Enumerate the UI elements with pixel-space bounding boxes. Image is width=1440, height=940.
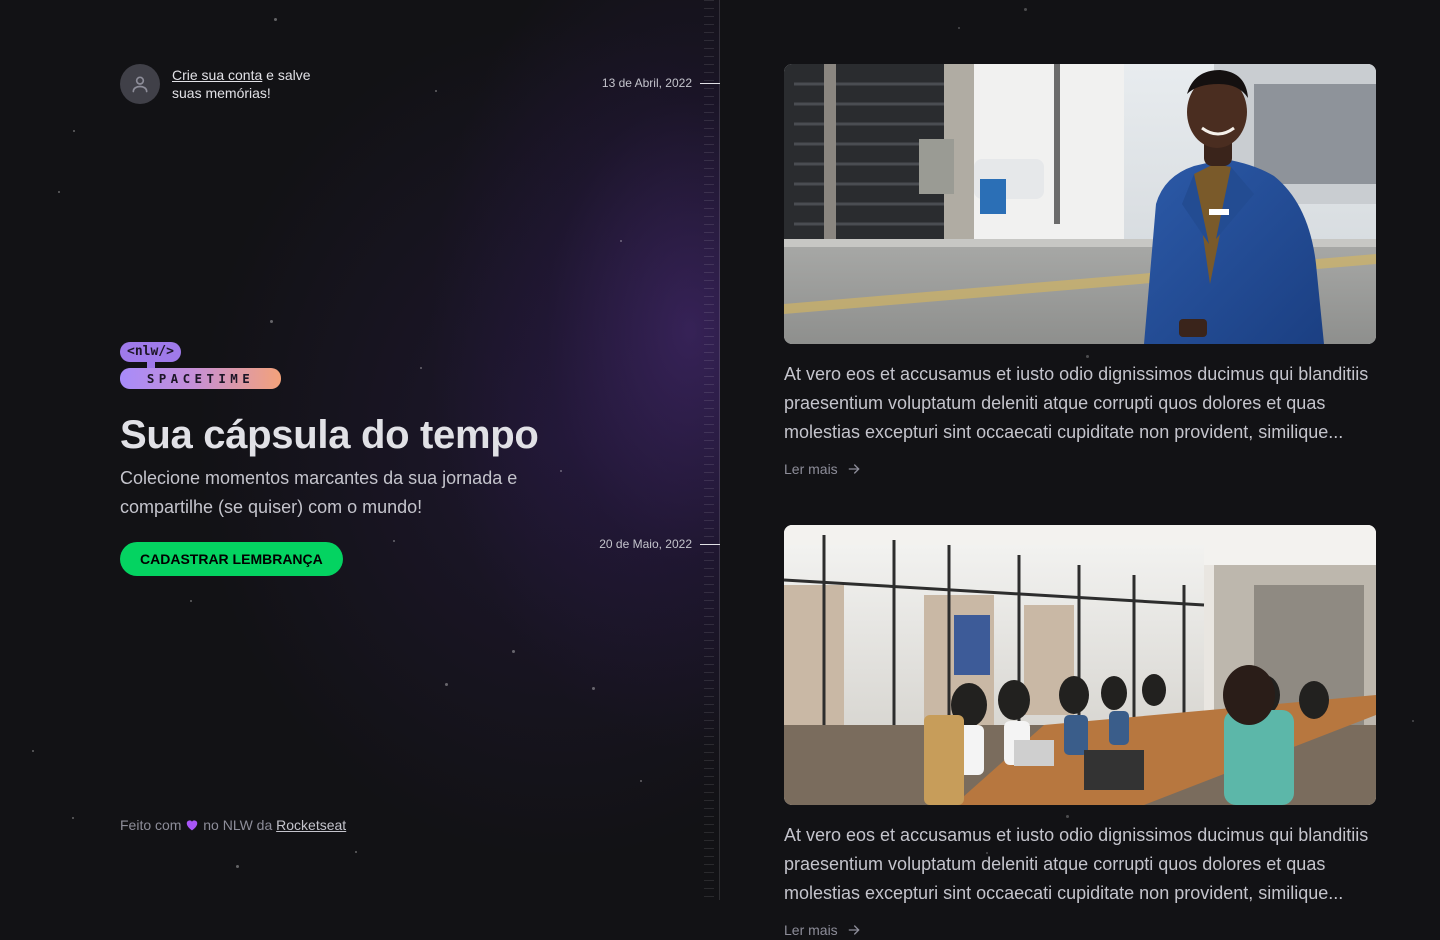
signin-text: Crie sua conta e salve suas memórias! [172,66,322,102]
logo-nlw-badge: <nlw/> [120,342,181,362]
register-memory-button[interactable]: CADASTRAR LEMBRANÇA [120,542,343,576]
create-account-prompt[interactable]: Crie sua conta e salve suas memórias! [120,64,322,104]
memory-photo[interactable] [784,64,1376,344]
timeline-date: 13 de Abril, 2022 [601,76,692,90]
left-panel: Crie sua conta e salve suas memórias! <n… [0,0,720,900]
footer-middle: no NLW da [199,817,277,833]
read-more-link[interactable]: Ler mais [784,461,862,477]
nlw-spacetime-logo: <nlw/> SPACETIME [120,342,290,392]
timeline-ticks [704,0,714,900]
footer-prefix: Feito com [120,817,182,833]
arrow-right-icon [848,925,860,935]
purple-heart-icon [187,820,198,831]
avatar[interactable] [120,64,160,104]
memory-image-businessman [784,64,1376,344]
read-more-label: Ler mais [784,461,838,477]
page-title: Sua cápsula do tempo [120,413,539,457]
memory-card: At vero eos et accusamus et iusto odio d… [784,525,1376,940]
read-more-label: Ler mais [784,922,838,938]
memory-card: At vero eos et accusamus et iusto odio d… [784,64,1376,479]
timeline-date-marker [700,83,720,84]
timeline-date: 20 de Maio, 2022 [599,537,692,551]
memory-excerpt: At vero eos et accusamus et iusto odio d… [784,825,1369,903]
footer-credits: Feito com no NLW da Rocketseat [120,816,346,834]
user-icon [132,76,148,93]
memory-excerpt: At vero eos et accusamus et iusto odio d… [784,364,1369,442]
timeline-date-marker [700,544,720,545]
page-subtitle: Colecione momentos marcantes da sua jorn… [120,468,518,517]
memory-image-meeting-room [784,525,1376,805]
rocketseat-link[interactable]: Rocketseat [276,817,346,833]
memory-photo[interactable] [784,525,1376,805]
create-account-link[interactable]: Crie sua conta [172,67,262,83]
arrow-right-icon [848,464,860,474]
read-more-link[interactable]: Ler mais [784,922,862,938]
timeline-divider [719,0,720,900]
logo-spacetime-badge: SPACETIME [120,368,281,389]
